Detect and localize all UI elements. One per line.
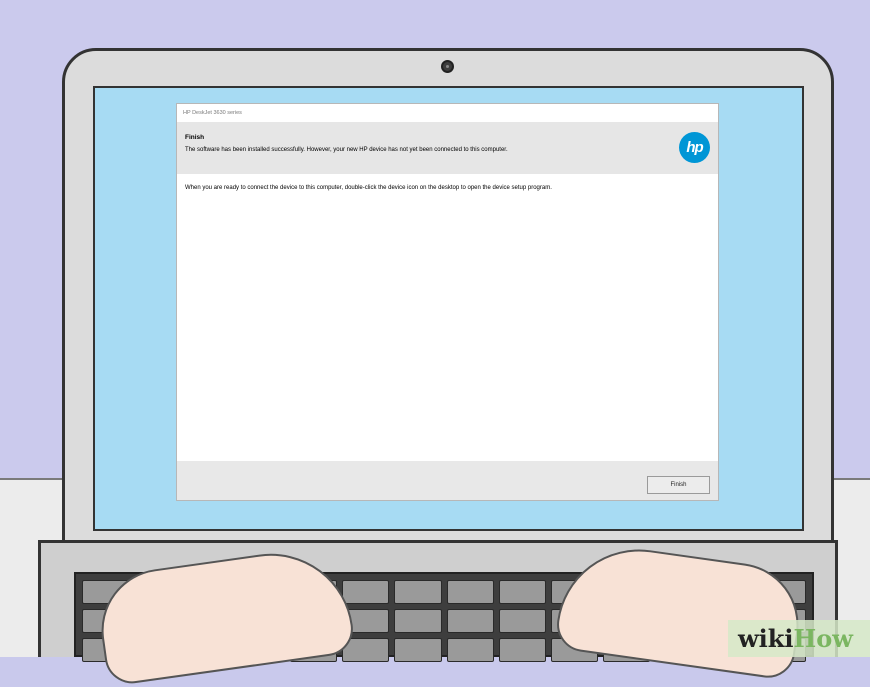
wikihow-watermark: wikiHow [728, 620, 870, 657]
webcam-icon [441, 60, 454, 73]
keyboard-key [446, 580, 494, 604]
hp-logo-icon: hp [679, 132, 710, 163]
header-title: Finish [185, 134, 205, 141]
keyboard-key [498, 638, 546, 662]
keyboard-key [446, 638, 494, 662]
hp-setup-dialog: HP DeskJet 3630 series Finish The softwa… [176, 103, 719, 501]
dialog-header: Finish The software has been installed s… [177, 122, 718, 174]
keyboard-key [394, 638, 442, 662]
keyboard-key [498, 609, 546, 633]
dialog-footer: Finish [177, 461, 718, 500]
finish-button[interactable]: Finish [647, 476, 710, 494]
keyboard-key [394, 580, 442, 604]
keyboard-key [342, 580, 390, 604]
header-message: The software has been installed successf… [185, 147, 508, 153]
keyboard-key [498, 580, 546, 604]
dialog-body-text: When you are ready to connect the device… [185, 185, 552, 191]
hp-logo-text: hp [686, 139, 703, 156]
keyboard-key [446, 609, 494, 633]
keyboard-key [394, 609, 442, 633]
dialog-title: HP DeskJet 3630 series [183, 110, 242, 116]
watermark-how: How [793, 624, 853, 653]
watermark-wiki: wiki [738, 624, 794, 653]
